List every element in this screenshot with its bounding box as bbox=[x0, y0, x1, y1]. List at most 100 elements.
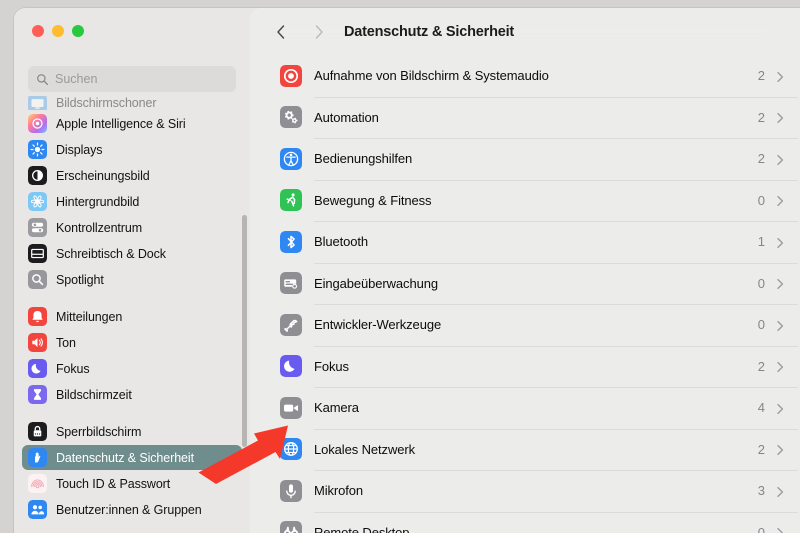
sidebar-item-label: Spotlight bbox=[56, 272, 104, 287]
sidebar-item-label: Touch ID & Passwort bbox=[56, 476, 171, 491]
sidebar-item-label: Displays bbox=[56, 142, 103, 157]
table-row[interactable]: Bewegung & Fitness 0 bbox=[280, 179, 800, 222]
sidebar-item-benutzer-innen-gruppen[interactable]: Benutzer:innen & Gruppen bbox=[22, 497, 242, 522]
row-label: Fokus bbox=[314, 358, 349, 374]
sidebar-item-label: Apple Intelligence & Siri bbox=[56, 116, 186, 131]
search-input[interactable] bbox=[55, 72, 228, 86]
appearance-icon bbox=[28, 166, 47, 185]
forward-button[interactable] bbox=[306, 19, 332, 45]
sidebar-scroll-area[interactable]: Bildschirmschoner Apple Intelligence & S… bbox=[14, 96, 250, 533]
row-count-badge: 4 bbox=[757, 400, 765, 416]
sidebar-item-label: Fokus bbox=[56, 361, 90, 376]
row-label: Bedienungshilfen bbox=[314, 151, 413, 167]
sidebar-item-erscheinungsbild[interactable]: Erscheinungsbild bbox=[22, 163, 242, 188]
search-icon bbox=[37, 73, 49, 85]
local-network-icon bbox=[280, 438, 302, 461]
sidebar-item-fokus[interactable]: Fokus bbox=[22, 356, 242, 381]
row-label: Bluetooth bbox=[314, 234, 369, 250]
row-label: Remote Desktop bbox=[314, 524, 410, 533]
table-row[interactable]: Mikrofon 3 bbox=[280, 470, 800, 512]
sidebar-item-schreibtisch-dock[interactable]: Schreibtisch & Dock bbox=[22, 241, 242, 266]
row-count-badge: 2 bbox=[757, 68, 765, 84]
accessibility-icon bbox=[280, 147, 302, 170]
sidebar-item-mitteilungen[interactable]: Mitteilungen bbox=[22, 304, 242, 329]
chevron-right-icon bbox=[776, 360, 784, 373]
touch-id-icon bbox=[28, 474, 47, 493]
table-row[interactable]: Remote Desktop 0 bbox=[280, 511, 800, 533]
main-scroll-area[interactable]: Aufnahme von Bildschirm & Systemaudio 2 A… bbox=[250, 8, 800, 533]
sidebar-item-label: Kontrollzentrum bbox=[56, 220, 143, 235]
row-count-badge: 3 bbox=[757, 483, 765, 499]
table-row[interactable]: Automation 2 bbox=[280, 96, 800, 139]
row-count-badge: 0 bbox=[757, 275, 765, 291]
chevron-right-icon bbox=[776, 485, 784, 497]
sidebar-item-sperrbildschirm[interactable]: Sperrbildschirm bbox=[22, 419, 242, 444]
sidebar-item-bildschirmzeit[interactable]: Bildschirmzeit bbox=[22, 382, 242, 407]
table-row[interactable]: Lokales Netzwerk 2 bbox=[280, 428, 800, 471]
siri-icon bbox=[28, 114, 47, 133]
sidebar-item-kontrollzentrum[interactable]: Kontrollzentrum bbox=[22, 215, 242, 240]
close-button[interactable] bbox=[32, 25, 44, 37]
chevron-right-icon bbox=[776, 153, 784, 165]
sidebar-item-label: Sperrbildschirm bbox=[56, 424, 142, 439]
row-label: Entwickler-Werkzeuge bbox=[314, 317, 442, 333]
sidebar: Bildschirmschoner Apple Intelligence & S… bbox=[14, 8, 250, 533]
sidebar-item-hintergrundbild[interactable]: Hintergrundbild bbox=[22, 189, 242, 214]
row-count-badge: 2 bbox=[757, 109, 765, 125]
screenshot-root: Bildschirmschoner Apple Intelligence & S… bbox=[0, 0, 800, 533]
sidebar-item-ton[interactable]: Ton bbox=[22, 330, 242, 355]
chevron-right-icon bbox=[776, 319, 784, 331]
sidebar-search-field[interactable] bbox=[28, 66, 236, 92]
screen-time-icon bbox=[28, 385, 47, 404]
sidebar-item-label: Bildschirmzeit bbox=[56, 387, 132, 402]
row-count-badge: 0 bbox=[757, 317, 765, 333]
sidebar-item-label: Ton bbox=[56, 335, 76, 350]
spotlight-icon bbox=[28, 270, 47, 289]
focus-icon bbox=[280, 355, 302, 378]
sidebar-item-spotlight[interactable]: Spotlight bbox=[22, 267, 242, 292]
row-label: Automation bbox=[314, 109, 379, 125]
system-settings-window: Bildschirmschoner Apple Intelligence & S… bbox=[14, 8, 800, 533]
lock-screen-icon bbox=[28, 422, 47, 441]
table-row[interactable]: Eingabeüberwachung 0 bbox=[280, 262, 800, 305]
sidebar-item-label: Benutzer:innen & Gruppen bbox=[56, 502, 202, 517]
table-row[interactable]: Kamera 4 bbox=[280, 387, 800, 429]
table-row[interactable]: Bedienungshilfen 2 bbox=[280, 138, 800, 180]
sidebar-item-label: Schreibtisch & Dock bbox=[56, 246, 166, 261]
input-monitoring-icon bbox=[280, 272, 302, 295]
remote-desktop-icon bbox=[280, 521, 302, 533]
sidebar-item-label: Hintergrundbild bbox=[56, 194, 140, 209]
sidebar-item-touch-id-passwort[interactable]: Touch ID & Passwort bbox=[22, 471, 242, 496]
users-groups-icon bbox=[28, 500, 47, 519]
microphone-icon bbox=[280, 479, 302, 502]
automation-icon bbox=[280, 106, 302, 129]
row-count-badge: 2 bbox=[757, 441, 765, 457]
chevron-right-icon bbox=[776, 70, 784, 82]
focus-icon bbox=[28, 359, 47, 378]
table-row[interactable]: Aufnahme von Bildschirm & Systemaudio 2 bbox=[280, 55, 800, 97]
table-row[interactable]: Bluetooth 1 bbox=[280, 221, 800, 263]
minimize-button[interactable] bbox=[52, 25, 64, 37]
back-button[interactable] bbox=[268, 19, 294, 45]
sidebar-item-datenschutz-sicherheit[interactable]: Datenschutz & Sicherheit bbox=[22, 445, 242, 470]
chevron-right-icon bbox=[776, 443, 784, 456]
sidebar-scrollbar-thumb[interactable] bbox=[242, 215, 247, 447]
sidebar-group-separator bbox=[14, 293, 250, 304]
table-row[interactable]: Entwickler-Werkzeuge 0 bbox=[280, 304, 800, 346]
screensaver-icon bbox=[28, 96, 47, 110]
chevron-right-icon bbox=[315, 24, 323, 39]
sidebar-item-bildschirmschoner[interactable]: Bildschirmschoner bbox=[22, 96, 242, 110]
row-count-badge: 2 bbox=[757, 151, 765, 167]
chevron-right-icon bbox=[776, 111, 784, 124]
sidebar-item-apple-intelligence-siri[interactable]: Apple Intelligence & Siri bbox=[22, 111, 242, 136]
table-row[interactable]: Fokus 2 bbox=[280, 345, 800, 388]
privacy-security-icon bbox=[28, 448, 47, 467]
chevron-right-icon bbox=[776, 236, 784, 248]
chevron-right-icon bbox=[776, 526, 784, 533]
sidebar-item-displays[interactable]: Displays bbox=[22, 137, 242, 162]
fitness-icon bbox=[280, 189, 302, 212]
chevron-right-icon bbox=[776, 194, 784, 207]
main-panel: Aufnahme von Bildschirm & Systemaudio 2 A… bbox=[250, 8, 800, 533]
sidebar-item-label: Bildschirmschoner bbox=[56, 96, 157, 110]
zoom-button[interactable] bbox=[72, 25, 84, 37]
